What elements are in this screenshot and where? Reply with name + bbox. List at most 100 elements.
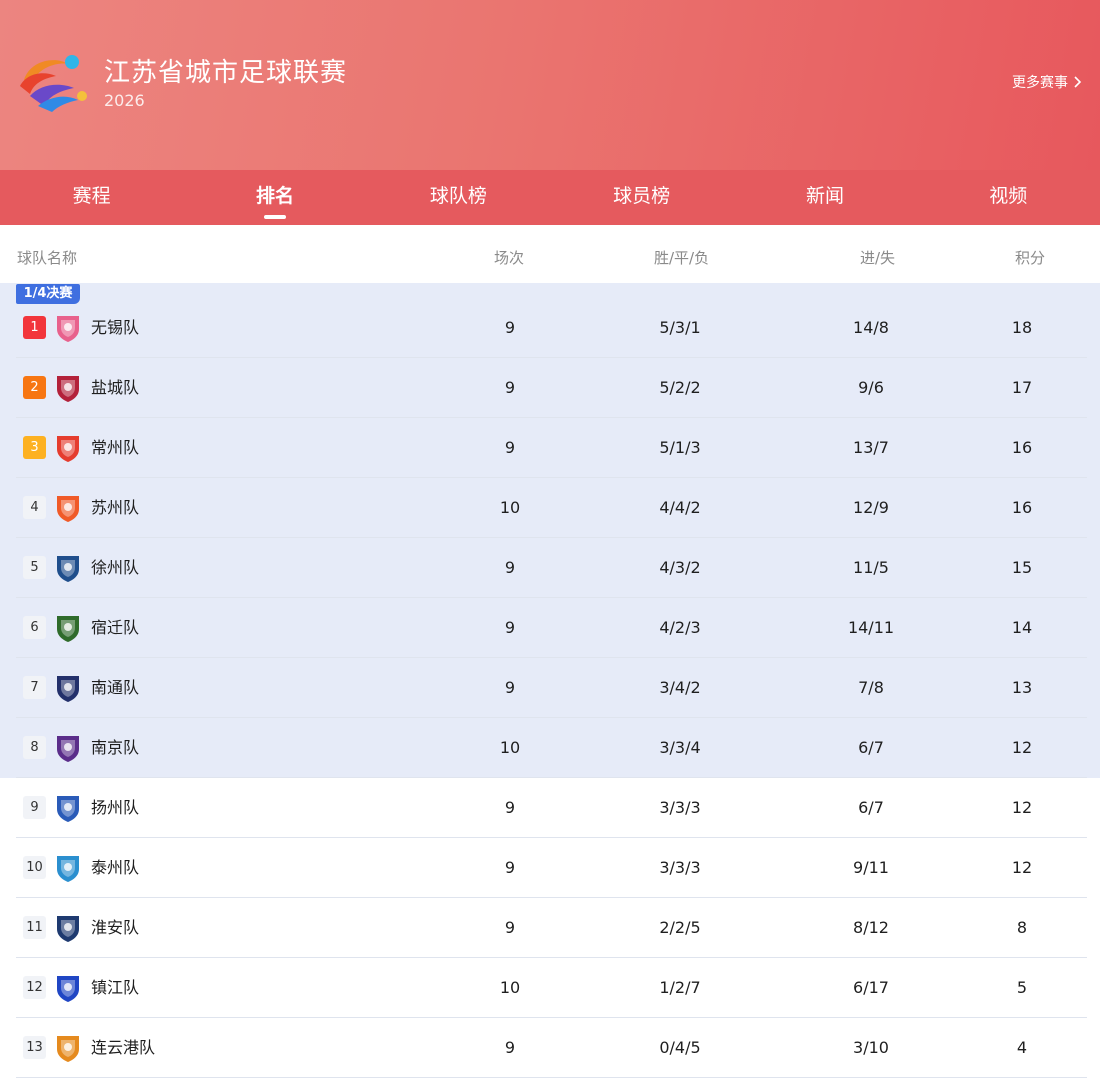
suzhou-crest-icon bbox=[57, 496, 79, 522]
rank-badge: 10 bbox=[23, 856, 46, 879]
suqian-crest-icon bbox=[57, 616, 79, 642]
table-row[interactable]: 4 苏州队 10 4/4/2 12/9 16 bbox=[16, 478, 1087, 538]
more-events-link[interactable]: 更多赛事 bbox=[1012, 72, 1082, 92]
goals-for-against: 12/9 bbox=[853, 498, 889, 517]
rank-badge: 7 bbox=[23, 676, 46, 699]
team-name[interactable]: 无锡队 bbox=[91, 298, 139, 358]
tab-team-stats[interactable]: 球队榜 bbox=[367, 170, 550, 225]
league-header: 江苏省城市足球联赛 2026 更多赛事 bbox=[0, 0, 1100, 170]
rank-badge: 13 bbox=[23, 1036, 46, 1059]
goals-for-against: 6/17 bbox=[853, 978, 889, 997]
points: 16 bbox=[1011, 438, 1033, 457]
column-wdl: 胜/平/负 bbox=[654, 249, 710, 267]
table-row[interactable]: 1 无锡队 9 5/3/1 14/8 18 bbox=[16, 283, 1087, 358]
points: 16 bbox=[1011, 498, 1033, 517]
games-played: 9 bbox=[504, 318, 516, 337]
goals-for-against: 7/8 bbox=[858, 678, 884, 697]
goals-for-against: 6/7 bbox=[858, 798, 884, 817]
win-draw-loss: 3/3/3 bbox=[659, 858, 701, 877]
team-name[interactable]: 常州队 bbox=[91, 418, 139, 478]
yancheng-crest-icon bbox=[57, 376, 79, 402]
goals-for-against: 13/7 bbox=[853, 438, 889, 457]
table-row[interactable]: 13 连云港队 9 0/4/5 3/10 4 bbox=[16, 1018, 1087, 1078]
win-draw-loss: 4/3/2 bbox=[659, 558, 701, 577]
goals-for-against: 6/7 bbox=[858, 738, 884, 757]
team-name[interactable]: 徐州队 bbox=[91, 538, 139, 598]
rank-badge: 6 bbox=[23, 616, 46, 639]
table-row[interactable]: 12 镇江队 10 1/2/7 6/17 5 bbox=[16, 958, 1087, 1018]
team-name[interactable]: 南通队 bbox=[91, 658, 139, 718]
table-row[interactable]: 7 南通队 9 3/4/2 7/8 13 bbox=[16, 658, 1087, 718]
points: 13 bbox=[1011, 678, 1033, 697]
yangzhou-crest-icon bbox=[57, 796, 79, 822]
games-played: 9 bbox=[504, 858, 516, 877]
rank-badge: 1 bbox=[23, 316, 46, 339]
goals-for-against: 14/8 bbox=[853, 318, 889, 337]
team-name[interactable]: 镇江队 bbox=[91, 958, 139, 1018]
column-points: 积分 bbox=[1015, 249, 1046, 267]
rank-badge: 12 bbox=[23, 976, 46, 999]
rank-badge: 3 bbox=[23, 436, 46, 459]
column-goals: 进/失 bbox=[860, 249, 896, 267]
changzhou-crest-icon bbox=[57, 436, 79, 462]
points: 18 bbox=[1011, 318, 1033, 337]
games-played: 9 bbox=[504, 438, 516, 457]
taizhou-crest-icon bbox=[57, 856, 79, 882]
tab-player-stats[interactable]: 球员榜 bbox=[550, 170, 733, 225]
table-header: 球队名称 场次 胜/平/负 进/失 积分 bbox=[0, 225, 1100, 283]
huaian-crest-icon bbox=[57, 916, 79, 942]
zhenjiang-crest-icon bbox=[57, 976, 79, 1002]
team-name[interactable]: 盐城队 bbox=[91, 358, 139, 418]
games-played: 10 bbox=[499, 738, 521, 757]
table-row[interactable]: 11 淮安队 9 2/2/5 8/12 8 bbox=[16, 898, 1087, 958]
games-played: 9 bbox=[504, 798, 516, 817]
team-name[interactable]: 宿迁队 bbox=[91, 598, 139, 658]
table-row[interactable]: 5 徐州队 9 4/3/2 11/5 15 bbox=[16, 538, 1087, 598]
league-logo-icon bbox=[20, 55, 87, 112]
games-played: 9 bbox=[504, 618, 516, 637]
rank-badge: 4 bbox=[23, 496, 46, 519]
points: 4 bbox=[1016, 1038, 1028, 1057]
team-name[interactable]: 淮安队 bbox=[91, 898, 139, 958]
points: 14 bbox=[1011, 618, 1033, 637]
goals-for-against: 14/11 bbox=[847, 618, 895, 637]
table-row[interactable]: 2 盐城队 9 5/2/2 9/6 17 bbox=[16, 358, 1087, 418]
table-row[interactable]: 6 宿迁队 9 4/2/3 14/11 14 bbox=[16, 598, 1087, 658]
chevron-right-icon bbox=[1074, 76, 1082, 88]
tab-videos[interactable]: 视频 bbox=[917, 170, 1100, 225]
goals-for-against: 8/12 bbox=[853, 918, 889, 937]
points: 12 bbox=[1011, 798, 1033, 817]
tab-news[interactable]: 新闻 bbox=[733, 170, 916, 225]
team-name[interactable]: 扬州队 bbox=[91, 778, 139, 838]
lianyungang-crest-icon bbox=[57, 1036, 79, 1062]
win-draw-loss: 0/4/5 bbox=[659, 1038, 701, 1057]
team-name[interactable]: 苏州队 bbox=[91, 478, 139, 538]
nanjing-crest-icon bbox=[57, 736, 79, 762]
table-row[interactable]: 9 扬州队 9 3/3/3 6/7 12 bbox=[16, 778, 1087, 838]
tab-schedule[interactable]: 赛程 bbox=[0, 170, 183, 225]
nantong-crest-icon bbox=[57, 676, 79, 702]
games-played: 9 bbox=[504, 558, 516, 577]
season-year: 2026 bbox=[104, 91, 145, 110]
points: 12 bbox=[1011, 738, 1033, 757]
goals-for-against: 9/6 bbox=[858, 378, 884, 397]
games-played: 9 bbox=[504, 678, 516, 697]
wuxi-crest-icon bbox=[57, 316, 79, 342]
xuzhou-crest-icon bbox=[57, 556, 79, 582]
points: 12 bbox=[1011, 858, 1033, 877]
table-row[interactable]: 8 南京队 10 3/3/4 6/7 12 bbox=[16, 718, 1087, 778]
win-draw-loss: 5/2/2 bbox=[659, 378, 701, 397]
win-draw-loss: 1/2/7 bbox=[659, 978, 701, 997]
column-team: 球队名称 bbox=[17, 249, 78, 267]
rank-badge: 9 bbox=[23, 796, 46, 819]
table-row[interactable]: 10 泰州队 9 3/3/3 9/11 12 bbox=[16, 838, 1087, 898]
tab-standings[interactable]: 排名 bbox=[183, 170, 366, 225]
team-name[interactable]: 南京队 bbox=[91, 718, 139, 778]
team-name[interactable]: 连云港队 bbox=[91, 1018, 155, 1078]
team-name[interactable]: 泰州队 bbox=[91, 838, 139, 898]
points: 8 bbox=[1016, 918, 1028, 937]
table-row[interactable]: 3 常州队 9 5/1/3 13/7 16 bbox=[16, 418, 1087, 478]
games-played: 9 bbox=[504, 918, 516, 937]
rank-badge: 8 bbox=[23, 736, 46, 759]
win-draw-loss: 3/3/3 bbox=[659, 798, 701, 817]
